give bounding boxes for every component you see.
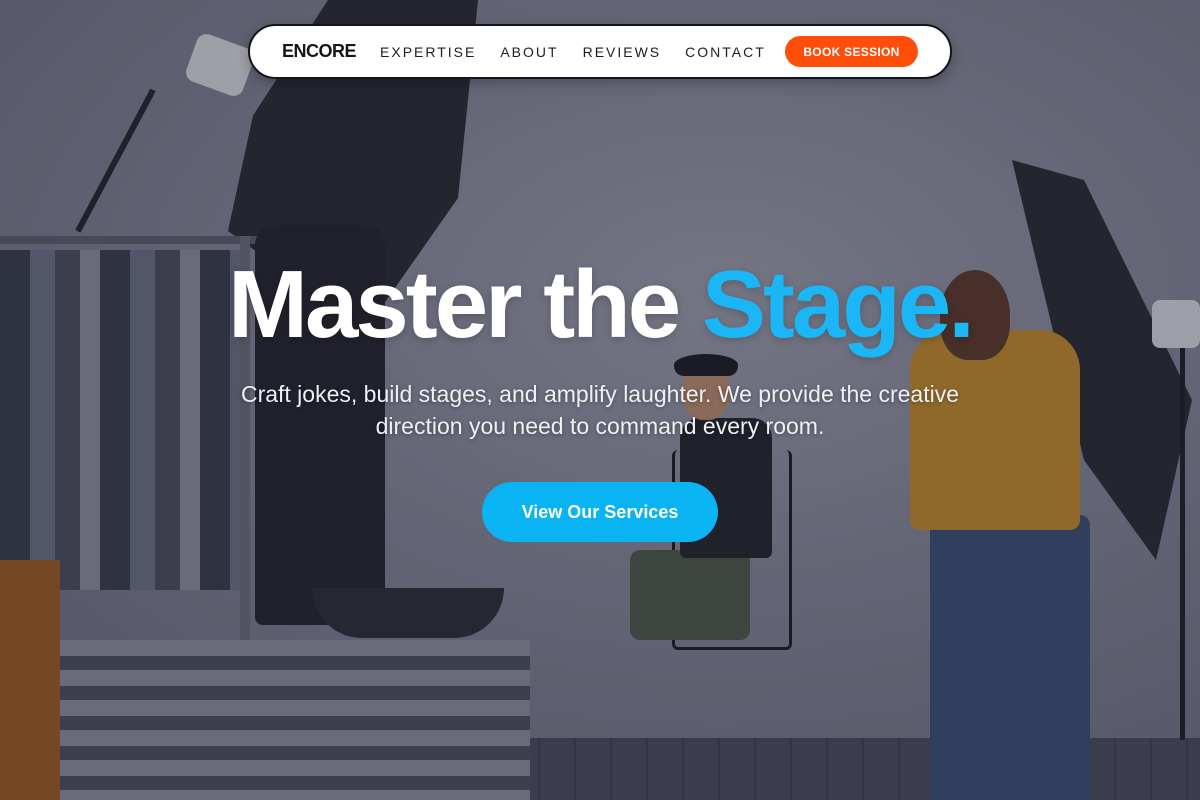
nav-link-expertise[interactable]: EXPERTISE — [380, 44, 476, 60]
nav-link-reviews[interactable]: REVIEWS — [583, 44, 662, 60]
nav-link-contact[interactable]: CONTACT — [685, 44, 766, 60]
view-services-button[interactable]: View Our Services — [482, 482, 718, 542]
hero-title: Master the Stage. — [0, 252, 1200, 358]
nav-links: EXPERTISE ABOUT REVIEWS CONTACT — [380, 44, 766, 60]
hero-subtitle: Craft jokes, build stages, and amplify l… — [240, 381, 960, 439]
top-navbar: ENCORE EXPERTISE ABOUT REVIEWS CONTACT B… — [248, 24, 952, 79]
book-session-button[interactable]: BOOK SESSION — [785, 36, 918, 67]
nav-link-about[interactable]: ABOUT — [500, 44, 558, 60]
brand-logo[interactable]: ENCORE — [282, 41, 357, 62]
hero-title-main: Master the — [228, 251, 702, 358]
hero-title-accent: Stage. — [701, 251, 975, 358]
